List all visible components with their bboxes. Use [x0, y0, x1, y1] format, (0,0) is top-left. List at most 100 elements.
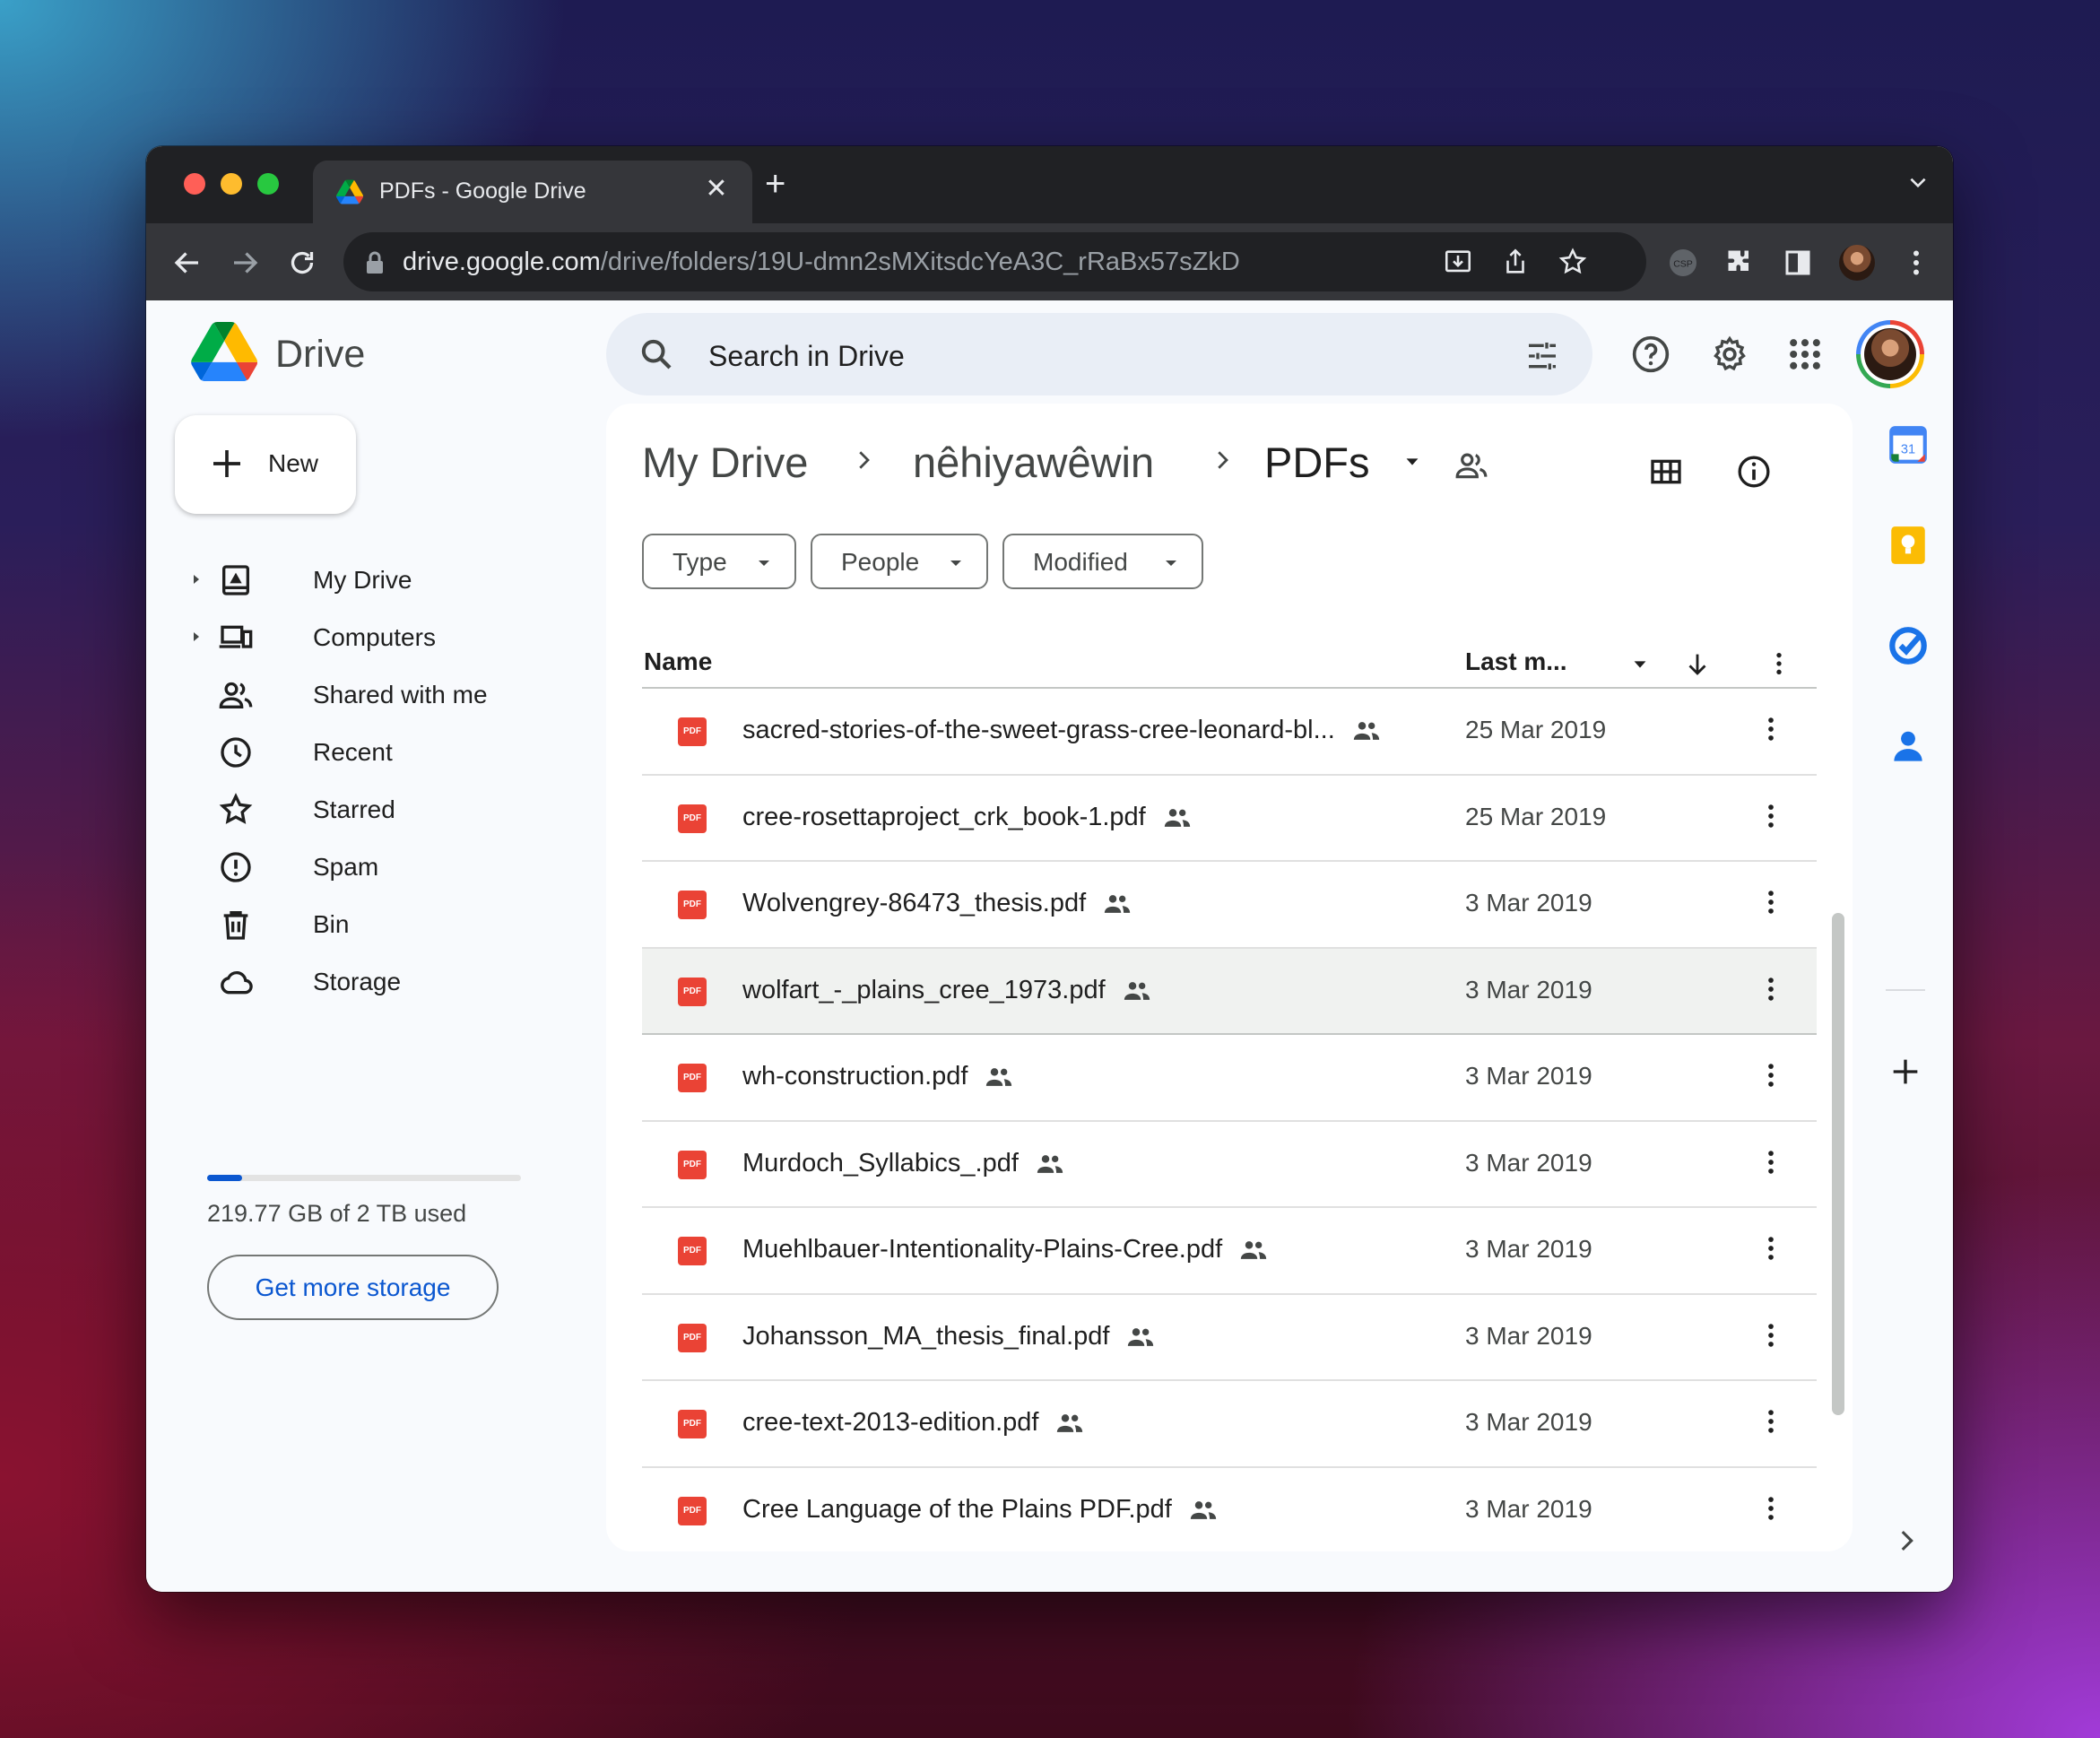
more-actions-icon[interactable] — [1756, 801, 1786, 831]
new-tab-button[interactable]: + — [765, 166, 785, 202]
table-row[interactable]: PDF Johansson_MA_thesis_final.pdf 3 Mar … — [642, 1295, 1817, 1381]
expand-side-panel-chevron-icon[interactable] — [1891, 1525, 1922, 1556]
file-modified-date: 3 Mar 2019 — [1465, 975, 1592, 1004]
expand-arrow-icon[interactable] — [191, 572, 202, 587]
tab-strip: PDFs - Google Drive ✕ + — [146, 146, 1953, 223]
table-row[interactable]: PDF Wolvengrey-86473_thesis.pdf 3 Mar 20… — [642, 862, 1817, 949]
breadcrumb-my-drive[interactable]: My Drive — [642, 438, 808, 487]
install-app-icon[interactable] — [1443, 247, 1473, 277]
apps-grid-icon[interactable] — [1785, 335, 1825, 374]
more-actions-icon[interactable] — [1756, 1320, 1786, 1351]
tab-search-chevron-icon[interactable] — [1906, 171, 1930, 195]
file-name[interactable]: sacred-stories-of-the-sweet-grass-cree-l… — [742, 716, 1382, 746]
forward-arrow-icon[interactable] — [229, 247, 261, 279]
drive-favicon-icon — [336, 179, 363, 204]
scrollbar-thumb[interactable] — [1832, 913, 1844, 1415]
filter-people-chip[interactable]: People — [811, 534, 988, 589]
more-actions-icon[interactable] — [1756, 1060, 1786, 1091]
more-actions-icon[interactable] — [1756, 887, 1786, 917]
new-button[interactable]: New — [175, 415, 356, 514]
drive-logo-text[interactable]: Drive — [275, 333, 365, 377]
file-name[interactable]: wh-construction.pdf — [742, 1062, 1014, 1092]
search-options-icon[interactable] — [1524, 338, 1560, 374]
folder-menu-dropdown-icon[interactable] — [1402, 452, 1422, 472]
sort-field-dropdown-icon[interactable] — [1630, 655, 1650, 674]
table-row[interactable]: PDF cree-text-2013-edition.pdf 3 Mar 201… — [642, 1381, 1817, 1468]
bookmark-star-icon[interactable] — [1558, 247, 1588, 277]
extensions-puzzle-icon[interactable] — [1724, 247, 1757, 279]
csp-extension-icon[interactable]: CSP — [1667, 247, 1699, 279]
more-actions-icon[interactable] — [1756, 974, 1786, 1004]
account-avatar[interactable] — [1856, 320, 1924, 388]
browser-tab[interactable]: PDFs - Google Drive ✕ — [313, 161, 752, 223]
reload-icon[interactable] — [286, 247, 318, 279]
file-name[interactable]: Cree Language of the Plains PDF.pdf — [742, 1495, 1219, 1525]
profile-avatar[interactable] — [1839, 245, 1875, 281]
details-info-icon[interactable] — [1736, 454, 1772, 490]
more-actions-icon[interactable] — [1756, 1147, 1786, 1177]
file-name[interactable]: Johansson_MA_thesis_final.pdf — [742, 1322, 1156, 1352]
search-icon[interactable] — [638, 336, 674, 372]
table-row[interactable]: PDF Murdoch_Syllabics_.pdf 3 Mar 2019 — [642, 1122, 1817, 1208]
url-host: drive.google.com — [403, 248, 601, 276]
add-addon-plus-icon[interactable] — [1887, 1054, 1923, 1090]
search-bar[interactable]: Search in Drive — [606, 313, 1592, 395]
breadcrumb-nehiyawewin[interactable]: nêhiyawêwin — [913, 438, 1154, 487]
table-row[interactable]: PDF Cree Language of the Plains PDF.pdf … — [642, 1468, 1817, 1552]
grid-view-icon[interactable] — [1648, 454, 1684, 490]
close-window-button[interactable] — [184, 173, 205, 195]
maximize-window-button[interactable] — [257, 173, 279, 195]
minimize-window-button[interactable] — [221, 173, 242, 195]
keep-icon[interactable] — [1886, 523, 1931, 568]
file-name[interactable]: Wolvengrey-86473_thesis.pdf — [742, 889, 1132, 919]
tasks-icon[interactable] — [1886, 623, 1931, 668]
filter-type-chip[interactable]: Type — [642, 534, 796, 589]
get-more-storage-button[interactable]: Get more storage — [207, 1255, 499, 1320]
url-text[interactable]: drive.google.com/drive/folders/19U-dmn2s… — [403, 248, 1240, 277]
side-panel-icon[interactable] — [1782, 247, 1814, 279]
back-arrow-icon[interactable] — [171, 247, 204, 279]
table-row[interactable]: PDF Muehlbauer-Intentionality-Plains-Cre… — [642, 1208, 1817, 1295]
column-header-name[interactable]: Name — [644, 647, 712, 676]
settings-gear-icon[interactable] — [1710, 335, 1749, 374]
help-icon[interactable] — [1631, 335, 1670, 374]
dropdown-arrow-icon — [950, 561, 961, 566]
more-actions-icon[interactable] — [1756, 1233, 1786, 1264]
contacts-icon[interactable] — [1886, 724, 1931, 769]
file-name[interactable]: cree-text-2013-edition.pdf — [742, 1408, 1085, 1438]
expand-arrow-icon[interactable] — [191, 630, 202, 644]
shared-people-icon — [1104, 895, 1131, 914]
more-actions-icon[interactable] — [1756, 714, 1786, 744]
more-actions-icon[interactable] — [1756, 1493, 1786, 1524]
share-page-icon[interactable] — [1500, 247, 1531, 277]
filter-label: People — [841, 548, 920, 576]
file-name[interactable]: wolfart_-_plains_cree_1973.pdf — [742, 976, 1152, 1006]
tab-close-button[interactable]: ✕ — [699, 173, 734, 204]
shared-folder-icon[interactable] — [1454, 448, 1488, 482]
column-header-last-modified[interactable]: Last m... — [1465, 647, 1567, 676]
shared-people-icon — [1037, 1154, 1063, 1173]
more-actions-icon[interactable] — [1756, 1406, 1786, 1437]
address-bar[interactable]: drive.google.com/drive/folders/19U-dmn2s… — [343, 232, 1646, 291]
dropdown-arrow-icon — [759, 561, 769, 566]
table-row[interactable]: PDF wolfart_-_plains_cree_1973.pdf 3 Mar… — [642, 948, 1817, 1035]
search-input[interactable]: Search in Drive — [708, 340, 905, 373]
column-options-icon[interactable] — [1765, 649, 1793, 678]
drive-logo-icon[interactable] — [191, 322, 257, 381]
file-name[interactable]: Murdoch_Syllabics_.pdf — [742, 1149, 1065, 1179]
window-controls — [184, 173, 279, 195]
url-path: /drive/folders/19U-dmn2sMXitsdcYeA3C_rRa… — [600, 248, 1240, 276]
breadcrumb-pdfs[interactable]: PDFs — [1264, 438, 1370, 487]
filter-modified-chip[interactable]: Modified — [1002, 534, 1203, 589]
browser-menu-icon[interactable] — [1900, 247, 1932, 279]
file-modified-date: 3 Mar 2019 — [1465, 1494, 1592, 1523]
table-row[interactable]: PDF sacred-stories-of-the-sweet-grass-cr… — [642, 689, 1817, 776]
table-row[interactable]: PDF cree-rosettaproject_crk_book-1.pdf 2… — [642, 776, 1817, 862]
drive-app: Drive Search in Drive New My Drive Compu — [146, 300, 1953, 1592]
file-name[interactable]: cree-rosettaproject_crk_book-1.pdf — [742, 803, 1193, 833]
file-name[interactable]: Muehlbauer-Intentionality-Plains-Cree.pd… — [742, 1235, 1269, 1265]
table-row[interactable]: PDF wh-construction.pdf 3 Mar 2019 — [642, 1035, 1817, 1122]
sort-direction-arrow-icon[interactable] — [1682, 649, 1713, 680]
calendar-icon[interactable]: 31 — [1886, 422, 1931, 467]
file-name-text: Cree Language of the Plains PDF.pdf — [742, 1494, 1172, 1524]
